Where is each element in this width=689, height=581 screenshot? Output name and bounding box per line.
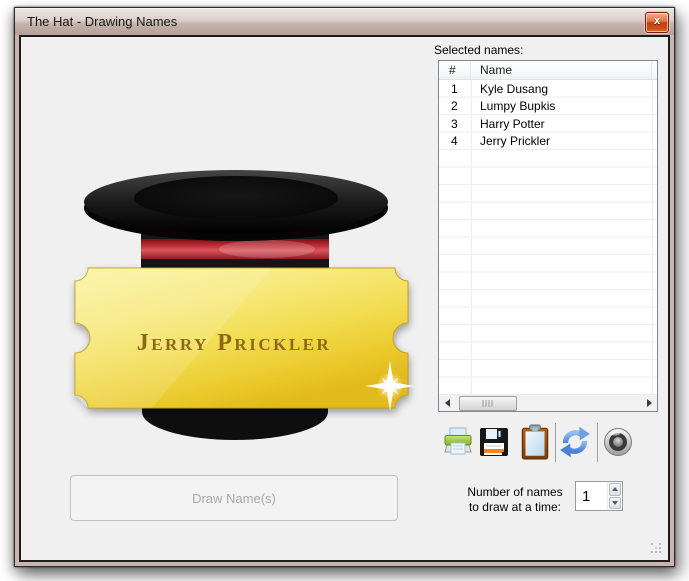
app-window: The Hat - Drawing Names x	[14, 7, 675, 567]
speaker-icon	[602, 426, 634, 458]
ticket-name-text: Jerry Prickler	[137, 330, 332, 356]
list-row[interactable]: 2 Lumpy Bupkis	[439, 98, 657, 116]
row-number: 4	[439, 133, 472, 151]
save-floppy-icon	[478, 426, 510, 458]
list-row[interactable]: 3 Harry Potter	[439, 115, 657, 133]
clipboard-icon	[520, 424, 550, 460]
spin-down-button[interactable]	[609, 497, 621, 510]
titlebar[interactable]: The Hat - Drawing Names x	[15, 8, 674, 35]
spin-up-arrow-icon	[612, 487, 618, 491]
spin-down-arrow-icon	[612, 501, 618, 505]
draw-names-button[interactable]: Draw Name(s)	[70, 475, 398, 521]
hat-band-bottom-stripe	[141, 259, 329, 268]
list-row[interactable]: 1 Kyle Dusang	[439, 80, 657, 98]
row-number: 1	[439, 80, 472, 98]
selected-names-label: Selected names:	[434, 43, 523, 57]
save-button[interactable]	[477, 423, 511, 461]
scroll-right-arrow-icon	[647, 399, 652, 407]
scrollbar-grip-icon	[483, 400, 494, 407]
spinner-buttons	[607, 482, 622, 510]
column-header-name[interactable]: Name	[471, 61, 652, 79]
spin-up-button[interactable]	[609, 483, 621, 496]
row-name: Harry Potter	[472, 115, 545, 133]
draw-count-label-line1: Number of names	[455, 485, 575, 500]
row-number: 3	[439, 115, 472, 133]
client-area: Jerry Prickler Draw Name(s) Selected nam…	[19, 35, 670, 562]
print-button[interactable]	[441, 423, 475, 461]
list-rows: 1 Kyle Dusang 2 Lumpy Bupkis 3 Harry Pot…	[439, 80, 657, 396]
list-row[interactable]: 4 Jerry Prickler	[439, 133, 657, 151]
scroll-right-button[interactable]	[641, 395, 657, 411]
hat-brim	[84, 170, 388, 241]
hat-graphic: Jerry Prickler	[62, 162, 432, 462]
names-list[interactable]: # Name 1 Kyle Dusang 2 Lumpy Bupkis 3 Ha…	[438, 60, 658, 412]
list-header: # Name	[439, 61, 657, 80]
horizontal-scrollbar[interactable]	[439, 394, 657, 411]
scroll-left-arrow-icon	[445, 399, 450, 407]
row-name: Jerry Prickler	[472, 133, 550, 151]
row-number: 2	[439, 98, 472, 116]
row-name: Kyle Dusang	[472, 80, 548, 98]
scroll-left-button[interactable]	[439, 395, 455, 411]
ticket: Jerry Prickler	[75, 268, 408, 408]
draw-count-label-line2: to draw at a time:	[455, 500, 575, 515]
row-name: Lumpy Bupkis	[472, 98, 555, 116]
printer-icon	[442, 426, 474, 458]
toolbar-separator	[597, 423, 598, 462]
close-button[interactable]: x	[645, 12, 669, 33]
refresh-icon	[558, 425, 592, 459]
hat-opening	[134, 176, 338, 220]
toolbar-separator	[555, 423, 556, 462]
column-header-num[interactable]: #	[439, 61, 471, 79]
resize-grip[interactable]	[651, 543, 661, 553]
draw-count-input[interactable]	[576, 482, 607, 510]
window-title: The Hat - Drawing Names	[27, 14, 177, 29]
refresh-button[interactable]	[558, 423, 592, 461]
draw-count-label: Number of names to draw at a time:	[455, 485, 575, 515]
copy-clipboard-button[interactable]	[518, 423, 552, 461]
scrollbar-thumb[interactable]	[459, 396, 517, 411]
sound-button[interactable]	[601, 423, 635, 461]
draw-count-spinner	[575, 481, 623, 511]
